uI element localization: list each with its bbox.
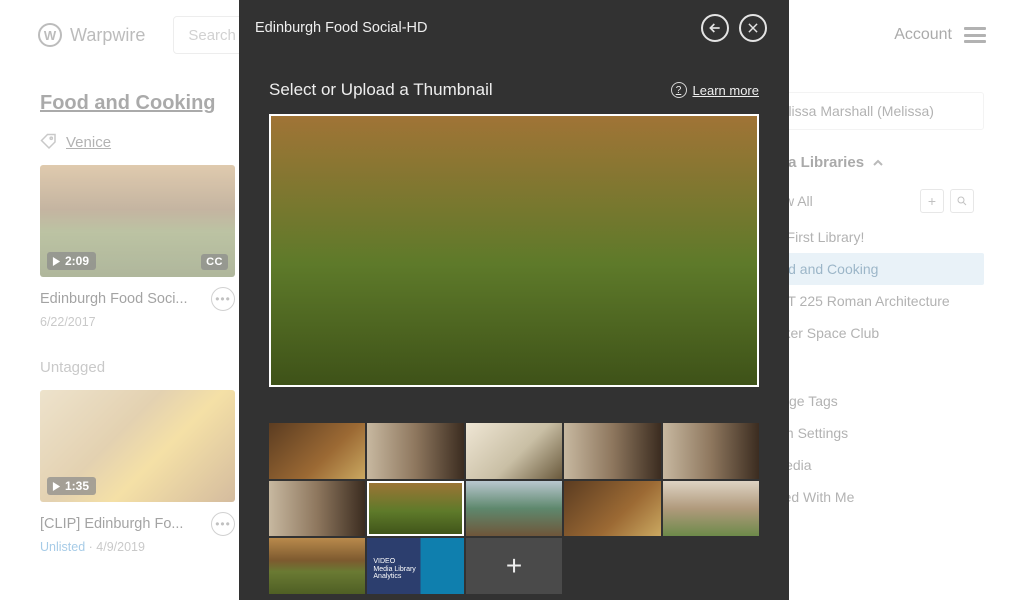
upload-thumbnail-button[interactable]: + (466, 538, 562, 594)
thumbnail-option[interactable] (269, 423, 365, 479)
thumbnail-option[interactable] (367, 481, 463, 537)
close-button[interactable] (739, 14, 767, 42)
thumbnail-option[interactable] (269, 481, 365, 537)
thumbnail-strip: + (269, 423, 759, 594)
thumbnail-option[interactable] (663, 481, 759, 537)
modal-subtitle: Select or Upload a Thumbnail (269, 80, 671, 100)
learn-more-link[interactable]: ? Learn more (671, 82, 759, 98)
thumbnail-option[interactable] (466, 423, 562, 479)
close-icon (746, 21, 760, 35)
thumbnail-option[interactable] (466, 481, 562, 537)
thumbnail-modal: Edinburgh Food Social-HD Select or Uploa… (239, 0, 789, 600)
thumbnail-option[interactable] (564, 423, 660, 479)
modal-title: Edinburgh Food Social-HD (255, 20, 691, 36)
arrow-left-icon (707, 20, 723, 36)
thumbnail-option[interactable] (564, 481, 660, 537)
thumbnail-option[interactable] (367, 423, 463, 479)
selected-thumbnail-preview (269, 114, 759, 387)
thumbnail-option[interactable] (663, 423, 759, 479)
back-button[interactable] (701, 14, 729, 42)
help-icon: ? (671, 82, 687, 98)
thumbnail-option[interactable] (367, 538, 463, 594)
thumbnail-option[interactable] (269, 538, 365, 594)
